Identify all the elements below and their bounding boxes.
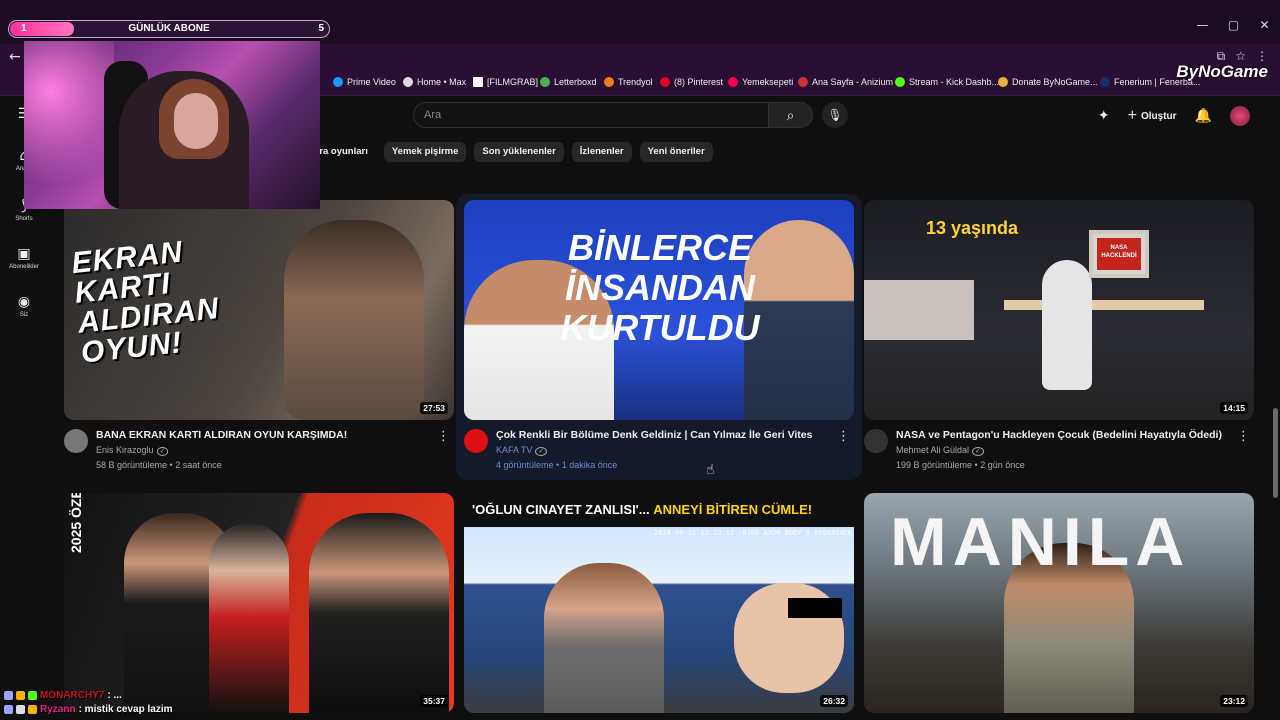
- chat-message: Ryzann: mistik cevap lazim: [4, 702, 173, 716]
- duration-badge: 14:15: [1220, 402, 1248, 414]
- bookmark[interactable]: Letterboxd: [540, 77, 597, 87]
- thumbnail-character: [284, 220, 424, 420]
- bell-icon[interactable]: 🔔: [1195, 108, 1212, 124]
- chip[interactable]: Yeni öneriler: [639, 142, 713, 162]
- minimize-icon[interactable]: —: [1187, 18, 1218, 32]
- bookmark[interactable]: Home • Max: [403, 77, 466, 87]
- sidebar-item-you[interactable]: ◉ Siz: [0, 294, 48, 318]
- channel-avatar[interactable]: [464, 429, 488, 453]
- verified-icon: ✓: [972, 447, 984, 456]
- bookmark[interactable]: (8) Pinterest: [660, 77, 723, 87]
- create-button[interactable]: + Oluştur: [1128, 107, 1177, 125]
- bookmark[interactable]: Stream - Kick Dashb...: [895, 77, 999, 87]
- channel-name[interactable]: Enis Kirazoglu ✓: [96, 445, 169, 456]
- video-stats: 58 B görüntüleme • 2 saat önce: [96, 460, 222, 470]
- back-arrow-icon[interactable]: ←: [9, 49, 21, 65]
- search-input[interactable]: Ara: [413, 102, 769, 128]
- duration-badge: 23:12: [1220, 695, 1248, 707]
- bookmark[interactable]: Donate ByNoGame...: [998, 77, 1098, 87]
- voice-search-button[interactable]: 🎙: [822, 102, 848, 128]
- bynogame-logo: ByNoGame: [1176, 62, 1268, 81]
- more-options-icon[interactable]: ⋮: [437, 429, 450, 444]
- thumbnail-person: [1042, 260, 1092, 390]
- video-meta: BANA EKRAN KARTI ALDIRAN OYUN KARŞIMDA! …: [64, 427, 454, 477]
- video-title[interactable]: BANA EKRAN KARTI ALDIRAN OYUN KARŞIMDA!: [96, 429, 436, 441]
- chip[interactable]: Son yüklenenler: [474, 142, 564, 162]
- thumbnail-person: [544, 563, 664, 713]
- video-thumbnail[interactable]: BİNLERCE İNSANDAN KURTULDU: [464, 200, 854, 420]
- bookmark[interactable]: Trendyol: [604, 77, 653, 87]
- maximize-icon[interactable]: ▢: [1218, 18, 1249, 32]
- video-meta: NASA ve Pentagon'u Hackleyen Çocuk (Bede…: [864, 427, 1254, 477]
- bookmark[interactable]: [FILMGRAB]: [473, 77, 538, 87]
- you-icon: ◉: [17, 294, 31, 310]
- bookmark[interactable]: Yemeksepeti: [728, 77, 793, 87]
- channel-name[interactable]: KAFA TV ✓: [496, 445, 548, 456]
- close-icon[interactable]: ✕: [1249, 18, 1280, 32]
- channel-name[interactable]: Mehmet Ali Güldal ✓: [896, 445, 984, 456]
- more-options-icon[interactable]: ⋮: [1237, 429, 1250, 444]
- video-meta: Çok Renkli Bir Bölüme Denk Geldiniz | Ca…: [464, 427, 854, 477]
- duration-badge: 27:53: [420, 402, 448, 414]
- goal-label: GÜNLÜK ABONE: [128, 23, 210, 34]
- duration-badge: 26:32: [820, 695, 848, 707]
- channel-avatar[interactable]: [64, 429, 88, 453]
- chip[interactable]: era oyunları: [312, 142, 376, 162]
- thumbnail-text: EKRAN KARTI ALDIRAN OYUN!: [69, 235, 221, 370]
- screen: — ▢ ✕ ← ⧉ ☆ ⋮ Prime Video Home • Max [FI…: [0, 0, 1280, 720]
- thumbnail-text: 'OĞLUN CINAYET ZANLISI'... ANNEYİ BİTİRE…: [472, 502, 813, 517]
- search-button[interactable]: ⌕: [769, 102, 813, 128]
- webcam-overlay: [24, 41, 320, 209]
- stream-chat: MONARCHY7: ... Ryzann: mistik cevap lazi…: [4, 688, 173, 716]
- thumbnail-text: 13 yaşında: [926, 218, 1019, 238]
- thumbnail-person: [744, 220, 854, 420]
- search-icon: ⌕: [786, 108, 795, 124]
- thumbnail-monitor: NASA HACKLENDİ: [1089, 230, 1149, 278]
- bookmark[interactable]: Prime Video: [333, 77, 396, 87]
- chat-message: MONARCHY7: ...: [4, 688, 173, 702]
- mouse-cursor-icon: ☝: [706, 462, 715, 478]
- video-title[interactable]: Çok Renkli Bir Bölüme Denk Geldiniz | Ca…: [496, 429, 836, 441]
- sidebar-item-subscriptions[interactable]: ▣ Abonelikler: [0, 246, 48, 270]
- create-sparkle-icon[interactable]: ✦: [1098, 108, 1110, 124]
- censor-bar: [788, 598, 842, 618]
- video-stats: 199 B görüntüleme • 2 gün önce: [896, 460, 1025, 470]
- video-thumbnail[interactable]: EKRAN KARTI ALDIRAN OYUN! 27:53: [64, 200, 454, 420]
- thumbnail-text: BİNLERCE İNSANDAN KURTULDU: [560, 227, 760, 348]
- subscriber-goal-bar: 1 GÜNLÜK ABONE 5: [8, 20, 330, 38]
- thumbnail-person: [309, 513, 449, 713]
- video-thumbnail[interactable]: 'OĞLUN CINAYET ZANLISI'... ANNEYİ BİTİRE…: [464, 493, 854, 713]
- chip[interactable]: İzlenenler: [571, 142, 632, 162]
- video-thumbnail[interactable]: MANILA 23:12: [864, 493, 1254, 713]
- filter-chips: era oyunları Yemek pişirme Son yüklenenl…: [312, 142, 713, 162]
- bookmark[interactable]: Ana Sayfa - Anizium: [798, 77, 893, 87]
- microphone-icon: 🎙: [827, 108, 843, 122]
- thumbnail-text: 2025 ÖZETİ: [68, 493, 84, 553]
- video-stats: 4 görüntüleme • 1 dakika önce: [496, 460, 618, 470]
- video-thumbnail[interactable]: 2025 ÖZETİ 35:37: [64, 493, 454, 713]
- scrollbar[interactable]: [1273, 408, 1278, 498]
- channel-avatar[interactable]: [864, 429, 888, 453]
- bodycam-timestamp: 2024-08-12 13:22:12 -0700 AXON BODY 3 X6…: [654, 529, 853, 537]
- chip[interactable]: Yemek pişirme: [383, 142, 467, 162]
- verified-icon: ✓: [535, 447, 548, 456]
- verified-icon: ✓: [156, 447, 169, 456]
- thumbnail-desk: [1004, 300, 1204, 310]
- video-thumbnail[interactable]: NASA HACKLENDİ 13 yaşında 14:15: [864, 200, 1254, 420]
- thumbnail-bed: [864, 280, 974, 340]
- header-actions: ✦ + Oluştur 🔔: [1098, 106, 1250, 126]
- thumbnail-person: [209, 523, 289, 713]
- avatar[interactable]: [1230, 106, 1250, 126]
- goal-target: 5: [318, 23, 324, 34]
- plus-icon: +: [1127, 107, 1137, 124]
- window-controls: — ▢ ✕: [1187, 18, 1280, 32]
- video-title[interactable]: NASA ve Pentagon'u Hackleyen Çocuk (Bede…: [896, 429, 1236, 441]
- search-placeholder: Ara: [424, 109, 442, 121]
- more-options-icon[interactable]: ⋮: [837, 429, 850, 444]
- duration-badge: 35:37: [420, 695, 448, 707]
- subscriptions-icon: ▣: [17, 246, 31, 262]
- thumbnail-text: MANILA: [890, 504, 1191, 580]
